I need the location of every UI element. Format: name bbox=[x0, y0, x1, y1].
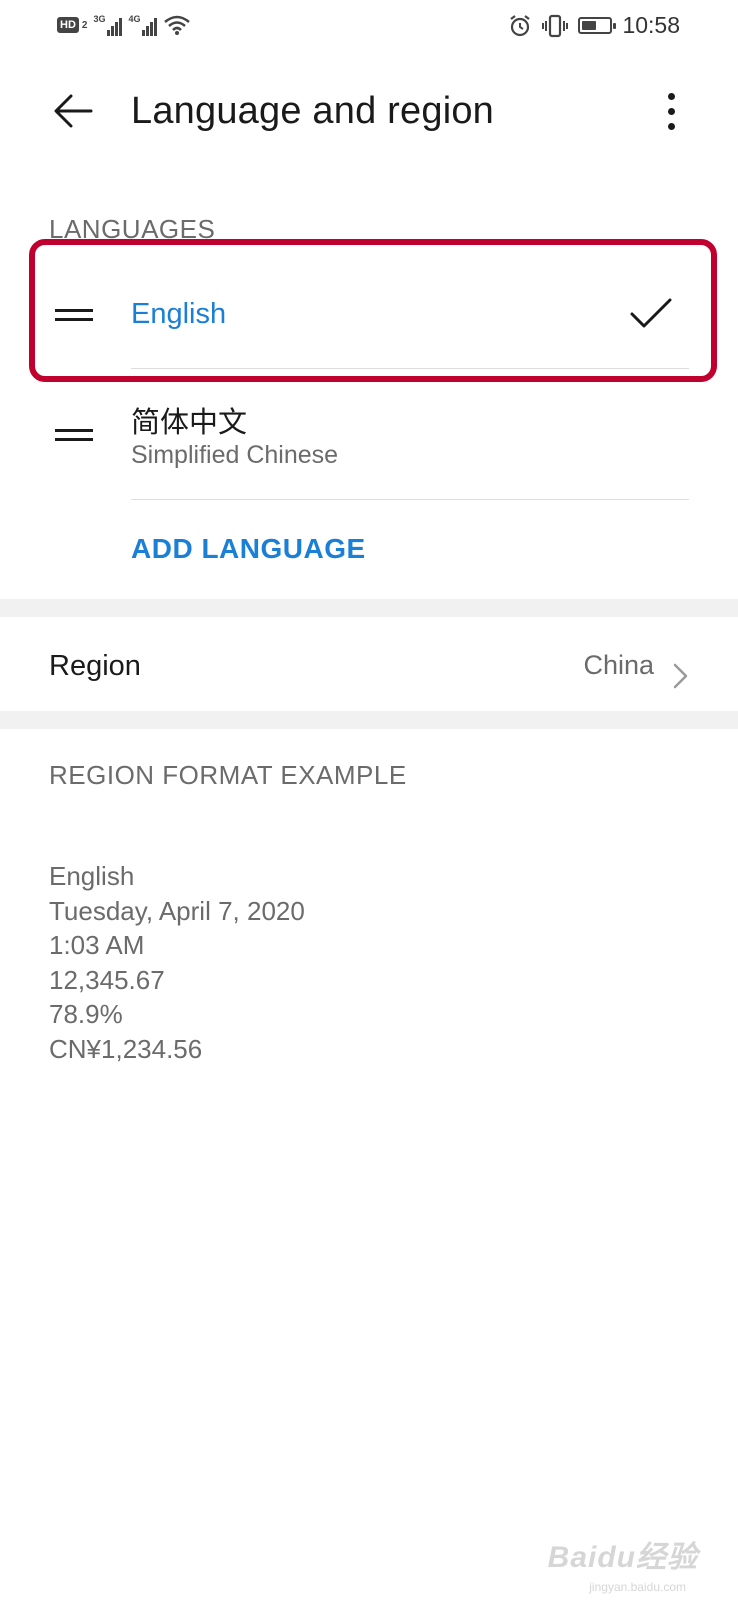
signal-icon-4g: 4G bbox=[128, 14, 158, 36]
more-vert-icon bbox=[667, 92, 675, 100]
divider bbox=[131, 368, 689, 369]
status-time: 10:58 bbox=[622, 12, 680, 38]
languages-section-label: LANGUAGES bbox=[49, 214, 216, 244]
format-language: English bbox=[49, 861, 135, 891]
signal-icon-3g: 3G bbox=[93, 14, 123, 36]
add-language-button[interactable]: ADD LANGUAGE bbox=[131, 533, 366, 565]
battery-level bbox=[582, 21, 597, 30]
hd-sub-label: 2 bbox=[81, 19, 88, 31]
network-type-3g: 3G bbox=[93, 14, 106, 24]
status-right: 10:58 bbox=[508, 12, 680, 39]
language-item-english[interactable]: English bbox=[0, 256, 738, 370]
drag-handle-icon[interactable] bbox=[55, 429, 93, 441]
format-number: 12,345.67 bbox=[49, 964, 165, 995]
language-subtitle: Simplified Chinese bbox=[131, 441, 339, 469]
more-options-button[interactable] bbox=[656, 86, 686, 136]
alarm-icon bbox=[510, 14, 531, 36]
region-label: Region bbox=[49, 650, 141, 682]
format-example-list: English Tuesday, April 7, 2020 1:03 AM 1… bbox=[49, 859, 305, 1066]
network-type-4g: 4G bbox=[128, 14, 141, 24]
format-percent: 78.9% bbox=[49, 999, 123, 1029]
status-bar: HD 2 3G 4G 10:58 bbox=[0, 0, 738, 56]
back-arrow-icon bbox=[54, 94, 93, 128]
section-spacer bbox=[0, 599, 738, 617]
hd-voice-icon: HD bbox=[57, 17, 79, 33]
language-name: 简体中文 bbox=[131, 407, 248, 439]
watermark-logo: Baidu经验 bbox=[547, 1541, 698, 1574]
status-left: HD 2 3G 4G bbox=[57, 14, 191, 36]
vibrate-icon bbox=[542, 14, 569, 37]
format-section-label: REGION FORMAT EXAMPLE bbox=[49, 760, 407, 790]
checkmark-icon bbox=[630, 298, 672, 328]
wifi-icon bbox=[164, 15, 191, 35]
app-bar: Language and region bbox=[0, 60, 738, 166]
chevron-right-icon bbox=[673, 663, 688, 689]
format-time: 1:03 AM bbox=[49, 930, 145, 960]
format-currency: CN¥1,234.56 bbox=[49, 1033, 203, 1064]
section-spacer bbox=[0, 711, 738, 729]
page-title: Language and region bbox=[131, 90, 495, 132]
language-item-chinese[interactable]: 简体中文 Simplified Chinese bbox=[0, 370, 738, 500]
watermark-url: jingyan.baidu.com bbox=[589, 1580, 686, 1594]
region-value: China bbox=[583, 650, 654, 680]
drag-handle-icon[interactable] bbox=[55, 309, 93, 321]
format-date: Tuesday, April 7, 2020 bbox=[49, 895, 305, 926]
battery-icon bbox=[578, 17, 617, 34]
language-name: English bbox=[131, 298, 227, 330]
back-button[interactable] bbox=[48, 86, 98, 136]
divider bbox=[131, 499, 689, 500]
